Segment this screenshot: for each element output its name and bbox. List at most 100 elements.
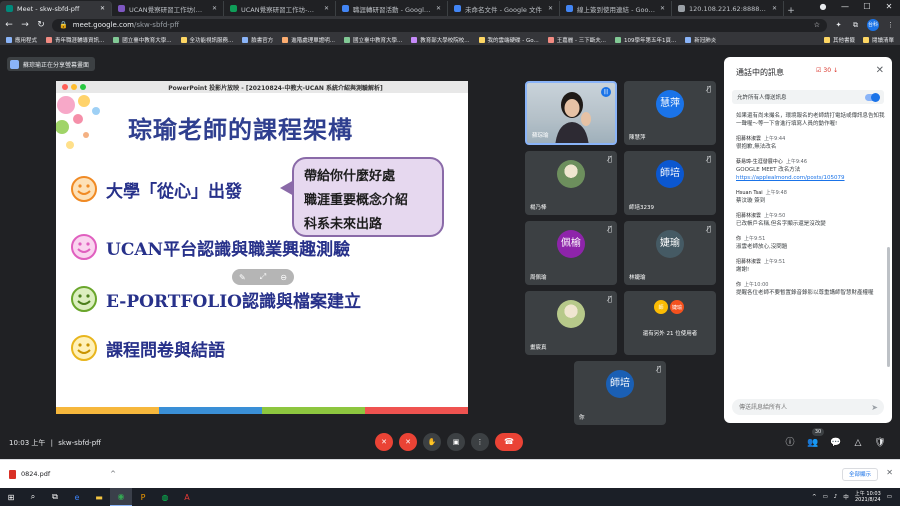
browser-tab[interactable]: 職涯轉研習活動 - Google 影 ✕ [336,1,448,16]
bookmark-item[interactable]: 新冠肺炎 [685,36,716,44]
bookmark-item[interactable]: 進階處理單證明... [282,36,335,44]
clock[interactable]: 上午 10:03 2021/8/24 [855,491,881,503]
tab-close-icon[interactable]: ✕ [660,5,665,12]
reload-icon[interactable]: ↻ [36,20,46,30]
leave-call-button[interactable]: ☎ [495,433,523,451]
participant-avatar: 師培 [606,370,634,398]
participant-tile[interactable]: 師培 🎙̸ 師培3239 [624,151,716,215]
back-icon[interactable]: ← [4,20,14,30]
minimize-icon[interactable]: — [834,0,856,16]
bookmark-folder[interactable]: 其他書籤 [823,36,855,44]
camera-off-button[interactable]: ✕ [399,433,417,451]
menu-icon[interactable]: ⋮ [885,20,896,31]
meeting-details-button[interactable]: ⓘ [783,436,797,450]
new-tab-button[interactable]: + [784,6,798,16]
acrobat-icon[interactable]: A [176,488,198,506]
close-dot-icon[interactable] [62,84,68,90]
bookmark-item[interactable]: 我的雲端硬碟 - Go... [478,36,539,44]
search-icon[interactable]: ⌕ [22,488,44,506]
zoom-out-icon[interactable]: ⊖ [280,273,287,282]
chrome-icon[interactable]: ◉ [110,488,132,506]
tab-close-icon[interactable]: ✕ [436,5,441,12]
profile-avatar[interactable]: 台科 [867,19,879,31]
show-everyone-button[interactable]: 👥 [806,436,820,450]
raise-hand-button[interactable]: ✋ [423,433,441,451]
tab-close-icon[interactable]: ✕ [324,5,329,12]
participant-tile[interactable]: 慧萍 🎙̸ 陳慧萍 [624,81,716,145]
chat-link[interactable]: https://applealmond.com/posts/105079 [736,174,886,182]
present-now-button[interactable]: ▣ [447,433,465,451]
windows-start-icon[interactable]: ⊞ [0,488,22,506]
pen-icon[interactable]: ✎ [239,273,246,282]
volume-icon[interactable]: ♪ [834,494,838,500]
tab-close-icon[interactable]: ✕ [548,5,553,12]
tray-overflow-icon[interactable]: ^ [812,494,817,500]
show-all-downloads-button[interactable]: 全部顯示 [841,468,878,481]
activities-button[interactable]: △ [851,436,865,450]
more-options-button[interactable]: ⋮ [471,433,489,451]
minimize-dot-icon[interactable] [71,84,77,90]
download-item[interactable]: 0824.pdf [9,469,50,479]
bookmark-item[interactable]: 應用程式 [6,36,37,44]
network-icon[interactable]: ▭ [823,494,828,500]
bookmark-favicon-icon [180,36,187,43]
notification-center-icon[interactable]: ▭ [887,494,892,500]
tab-close-icon[interactable]: ✕ [100,5,105,12]
close-download-bar-icon[interactable]: ✕ [886,468,893,477]
participant-tile[interactable]: 🎙̸ 畫宸真 [525,291,617,355]
browser-tab[interactable]: UCAN覺察研習工作坊(優/劣) ✕ [112,1,224,16]
participant-tile[interactable]: 佩榆 🎙̸ 周佩瑜 [525,221,617,285]
chat-button[interactable]: 💬 [829,436,843,450]
participant-tile[interactable]: 婕瑜 🎙̸ 林婕瑜 [624,221,716,285]
bookmark-folder[interactable]: 閱讀清單 [862,36,894,44]
bookmark-item[interactable]: 王嘉麗 - 三下斷夫... [547,36,606,44]
participant-tile[interactable]: 師培 🎙̸ 你 [574,361,666,425]
bookmark-item[interactable]: 國立臺中教育大學... [344,36,402,44]
browser-tab[interactable]: UCAN覺察研習工作坊-職業興 ✕ [224,1,336,16]
bookmark-item[interactable]: 教育部大學校院校... [411,36,470,44]
chat-input[interactable] [732,399,884,415]
host-controls-button[interactable]: 🛡 [873,436,887,450]
bookmark-item[interactable]: 109學年第五年1頁... [615,36,676,44]
chat-notification[interactable]: ☑ 30 ↓ [816,67,838,74]
windows-taskbar: ⊞ ⌕ ⧉ e ▬ ◉ P ◍ A ^ ▭ ♪ 中 上午 10:03 2021/… [0,488,900,506]
participant-avatar: 佩榆 [557,230,585,258]
edge-browser-icon[interactable]: e [66,488,88,506]
line-app-icon[interactable]: ◍ [154,488,176,506]
tab-close-icon[interactable]: ✕ [212,5,217,12]
bookmark-item[interactable]: 全功能視訊服務... [180,36,233,44]
bookmark-item[interactable]: 青年職涯輔導資訊... [46,36,104,44]
bookmark-favicon-icon [615,36,622,43]
expand-icon[interactable]: ⤢ [260,272,266,282]
extension-icon[interactable]: ✦ [833,20,844,31]
file-explorer-icon[interactable]: ▬ [88,488,110,506]
browser-tab[interactable]: 120.108.221.62:8888/SysMen ✕ [672,1,784,16]
others-tile[interactable]: 師婕瑜 還有另外 21 位使用者 [624,291,716,355]
participant-tile[interactable]: 🎙̸ 楊乃棒 [525,151,617,215]
browser-tab[interactable]: Meet - skw-sbfd-pff ✕ [0,1,112,16]
chat-scrollbar[interactable] [887,247,890,367]
participant-tile-self[interactable]: ||| 蘇琮瑜 [525,81,617,145]
browser-tab[interactable]: 線上簽到使用連結 - Google 文 ✕ [560,1,672,16]
presenter-chip[interactable]: 蘇琮瑜正在分享螢幕畫面 [7,57,96,71]
tab-close-icon[interactable]: ✕ [772,5,777,12]
send-icon[interactable]: ➤ [871,403,878,412]
extensions-puzzle-icon[interactable]: ⧉ [850,20,861,31]
allow-messages-toggle[interactable] [865,92,880,102]
powerpoint-icon[interactable]: P [132,488,154,506]
forward-icon[interactable]: → [20,20,30,30]
task-view-icon[interactable]: ⧉ [44,488,66,506]
chevron-up-icon[interactable]: ^ [110,470,116,478]
bookmark-star-icon[interactable]: ☆ [814,21,820,29]
ime-indicator[interactable]: 中 [843,493,849,501]
maximize-icon[interactable]: ☐ [856,0,878,16]
close-icon[interactable]: ✕ [876,65,884,76]
maximize-dot-icon[interactable] [80,84,86,90]
bookmark-item[interactable]: 臉書官方 [242,36,273,44]
close-window-icon[interactable]: ✕ [878,0,900,16]
record-icon[interactable]: ● [812,0,834,16]
bookmark-item[interactable]: 國立臺中教育大學... [113,36,172,44]
address-bar[interactable]: 🔒 meet.google.com/skw-sbfd-pff ☆ [52,18,827,32]
browser-tab[interactable]: 未命名文件 - Google 文件 ✕ [448,1,560,16]
microphone-off-button[interactable]: ✕ [375,433,393,451]
